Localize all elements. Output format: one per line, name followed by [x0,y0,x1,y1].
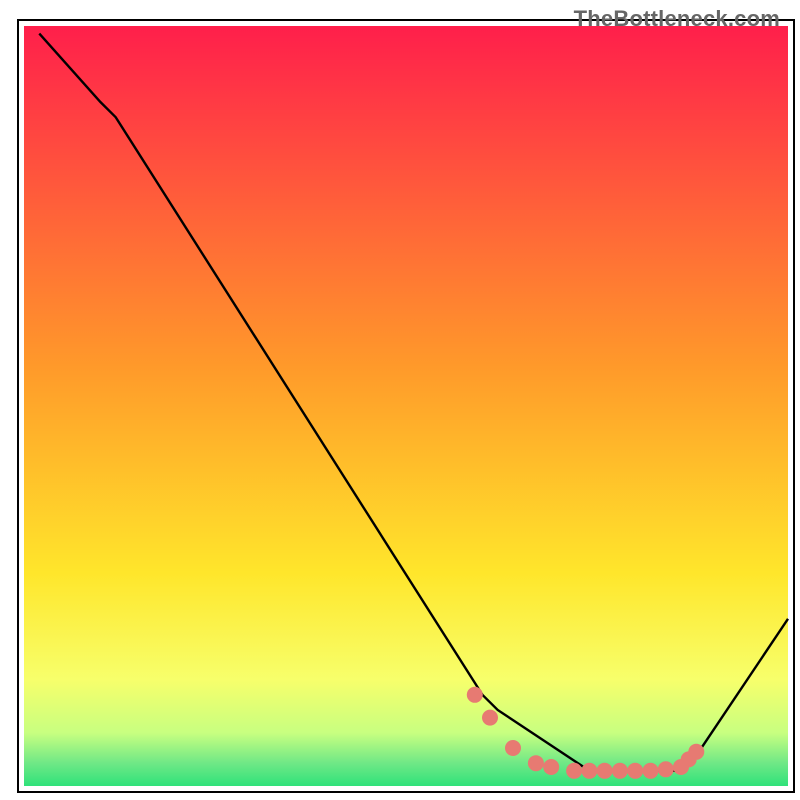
marker-dot [643,763,659,779]
marker-dot [528,755,544,771]
marker-dot [566,763,582,779]
marker-dot [688,744,704,760]
marker-dot [581,763,597,779]
bottleneck-chart: TheBottleneck.com [0,0,800,800]
marker-dot [543,759,559,775]
marker-dot [658,761,674,777]
watermark-text: TheBottleneck.com [574,6,780,32]
chart-svg [0,0,800,800]
gradient-bg [24,26,788,786]
marker-dot [597,763,613,779]
marker-dot [505,740,521,756]
plot-area [18,20,794,792]
marker-dot [627,763,643,779]
marker-dot [467,687,483,703]
marker-dot [482,710,498,726]
marker-dot [612,763,628,779]
